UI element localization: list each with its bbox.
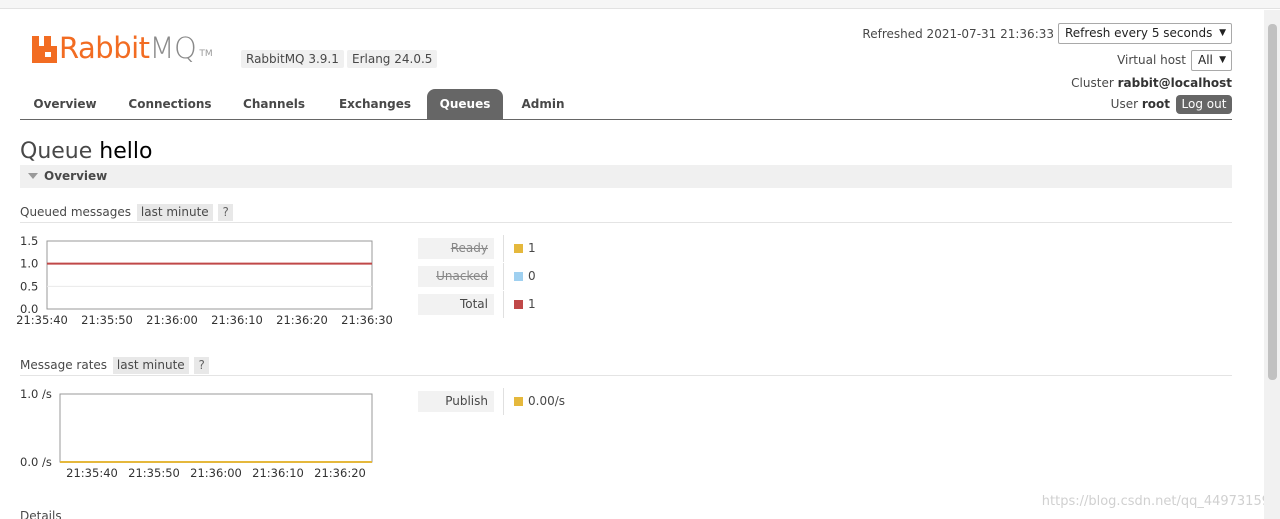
main-nav: Overview Connections Channels Exchanges … (20, 89, 1232, 120)
chart-y-tick-label: 0.5 (20, 279, 38, 293)
tab-overview[interactable]: Overview (20, 89, 110, 119)
legend-ready-label: Ready (418, 238, 494, 259)
browser-top-edge (0, 0, 1280, 9)
logo-wordmark: RabbitMQ (59, 31, 197, 65)
tab-queues[interactable]: Queues (427, 89, 503, 119)
chart-x-tick-label: 21:35:50 (81, 313, 133, 327)
erlang-version-badge: Erlang 24.0.5 (347, 50, 438, 68)
legend-divider (503, 235, 504, 262)
legend-ready-value: 1 (528, 241, 536, 255)
chart-x-tick-label: 21:35:50 (128, 466, 180, 480)
dropdown-arrow-icon: ▼ (1219, 55, 1226, 65)
legend-unacked-label: Unacked (418, 266, 494, 287)
queued-messages-label: Queued messages (20, 205, 132, 219)
chart-y-tick-label: 1.0 /s (20, 387, 52, 401)
chart-y-tick-label: 1.0 (20, 257, 38, 271)
chart-x-tick-label: 21:35:40 (66, 466, 118, 480)
tab-connections[interactable]: Connections (118, 89, 222, 119)
queued-messages-header: Queued messages last minute ? (20, 203, 1232, 223)
legend-publish-value: 0.00/s (528, 394, 566, 408)
tab-exchanges[interactable]: Exchanges (328, 89, 422, 119)
queued-messages-range[interactable]: last minute (136, 204, 213, 221)
scrollbar-thumb[interactable] (1268, 24, 1277, 380)
refresh-interval-select[interactable]: Refresh every 5 seconds ▼ (1058, 23, 1232, 44)
chart-x-tick-label: 21:36:20 (276, 313, 328, 327)
cluster-name: rabbit@localhost (1117, 76, 1232, 90)
chart-x-tick-label: 21:36:20 (314, 466, 366, 480)
page-scrollbar[interactable] (1264, 10, 1280, 519)
legend-divider (503, 291, 504, 318)
rabbitmq-logo[interactable]: RabbitMQ TM (32, 33, 213, 63)
chart-y-tick-label: 1.5 (20, 234, 38, 248)
queued-messages-chart-svg: 1.51.00.50.021:35:40 21:35:50 21:36:00 21:3… (16, 234, 393, 327)
message-rates-range[interactable]: last minute (112, 357, 189, 374)
overview-section-toggle[interactable]: Overview (20, 165, 1232, 188)
legend-publish-swatch (514, 397, 523, 406)
virtual-host-select[interactable]: All ▼ (1191, 50, 1232, 71)
cluster-info: Cluster rabbit@localhost (1071, 76, 1232, 90)
chart-x-tick-label: 21:36:00 (146, 313, 198, 327)
virtual-host-value: All (1198, 53, 1213, 67)
queued-messages-chart: 1.5 1.0 0.5 0.0 21:35:40 21:35:50 21:36:00 21:3… (16, 234, 408, 330)
legend-unacked-swatch (514, 272, 523, 281)
chart-plot-frame (59, 393, 373, 463)
overview-section-label: Overview (44, 169, 108, 183)
rabbitmq-version-badge: RabbitMQ 3.9.1 (241, 50, 344, 68)
page-title-prefix: Queue (20, 139, 93, 164)
message-rates-label: Message rates (20, 358, 108, 372)
legend-divider (503, 388, 504, 415)
legend-total-label: Total (418, 294, 494, 315)
collapse-triangle-icon (28, 173, 38, 179)
dropdown-arrow-icon: ▼ (1219, 28, 1226, 38)
queued-messages-help[interactable]: ? (218, 204, 233, 221)
virtual-host-label: Virtual host (1117, 53, 1186, 67)
tab-admin[interactable]: Admin (511, 89, 575, 119)
refresh-interval-value: Refresh every 5 seconds (1065, 26, 1213, 40)
chart-plot-frame (46, 240, 373, 310)
legend-unacked-value: 0 (528, 269, 536, 283)
message-rates-chart: 1.0 /s 0.0 /s 21:35:40 21:35:50 21:36:00 21:3… (18, 387, 408, 483)
queue-name: hello (99, 139, 153, 164)
legend-ready-swatch (514, 244, 523, 253)
cluster-label: Cluster (1071, 76, 1114, 90)
chart-x-tick-label: 21:36:00 (190, 466, 242, 480)
chart-x-tick-label: 21:35:40 (16, 313, 68, 327)
legend-total-swatch (514, 300, 523, 309)
legend-divider (503, 263, 504, 290)
chart-x-tick-label: 21:36:30 (341, 313, 393, 327)
legend-total-value: 1 (528, 297, 536, 311)
watermark: https://blog.csdn.net/qq_44973159 (1041, 494, 1270, 509)
chart-x-tick-label: 21:36:10 (211, 313, 263, 327)
logo-trademark: TM (199, 49, 213, 59)
chart-y-tick-label: 0.0 /s (20, 455, 52, 469)
message-rates-chart-svg: 1.0 /s 0.0 /s 21:35:40 21:35:50 21:36:00 21:3… (20, 387, 373, 480)
refreshed-timestamp: Refreshed 2021-07-31 21:36:33 (862, 27, 1054, 41)
legend-publish-label: Publish (418, 391, 494, 412)
page-title: Queue hello (20, 139, 152, 165)
chart-x-tick-label: 21:36:10 (252, 466, 304, 480)
message-rates-help[interactable]: ? (194, 357, 209, 374)
details-section-label[interactable]: Details (20, 509, 62, 519)
rabbitmq-logo-icon (32, 36, 57, 63)
message-rates-header: Message rates last minute ? (20, 356, 1232, 376)
tab-channels[interactable]: Channels (232, 89, 316, 119)
